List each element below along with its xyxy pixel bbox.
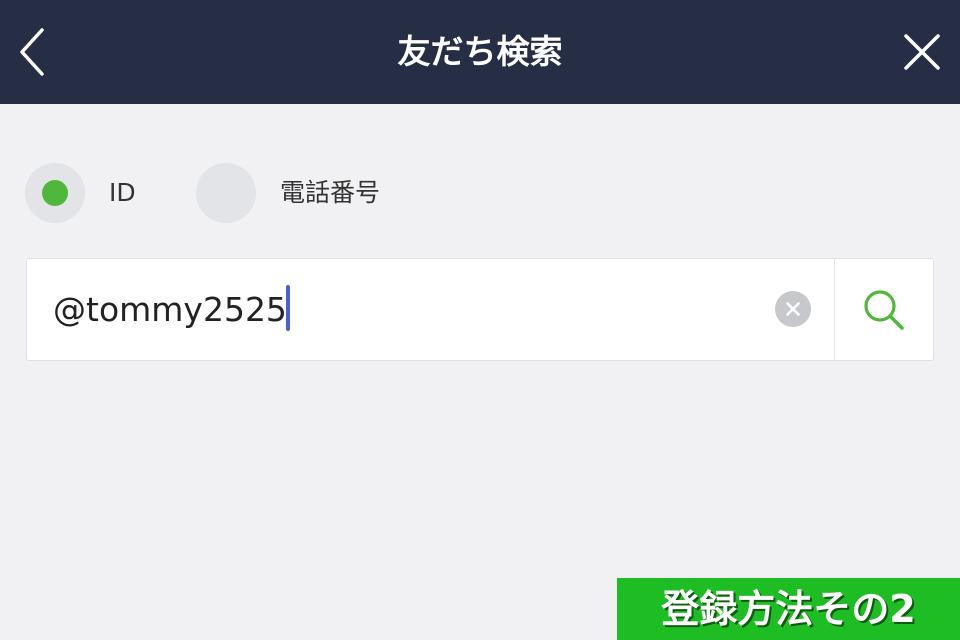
radio-label-phone: 電話番号 (280, 178, 381, 207)
radio-selected-dot (42, 180, 68, 206)
search-input[interactable] (27, 259, 775, 360)
page-title: 友だち検索 (397, 32, 563, 71)
clear-button[interactable] (775, 291, 811, 327)
clear-icon (786, 302, 800, 316)
radio-label-id: ID (109, 178, 136, 207)
radio-option-phone[interactable]: 電話番号 (196, 160, 416, 226)
radio-button-phone[interactable] (196, 163, 256, 223)
caption-banner: 登録方法その2 (617, 578, 960, 640)
search-icon (864, 290, 904, 330)
radio-button-id[interactable] (25, 163, 85, 223)
close-icon (904, 34, 940, 70)
header-bar: 友だち検索 (0, 0, 960, 104)
search-button[interactable] (835, 259, 933, 360)
close-button[interactable] (898, 28, 946, 76)
text-cursor (286, 285, 290, 331)
chevron-left-icon (20, 28, 44, 76)
back-button[interactable] (10, 24, 58, 80)
search-box (26, 258, 934, 361)
search-type-selector: ID 電話番号 (0, 160, 960, 226)
radio-option-id[interactable]: ID (25, 160, 165, 226)
